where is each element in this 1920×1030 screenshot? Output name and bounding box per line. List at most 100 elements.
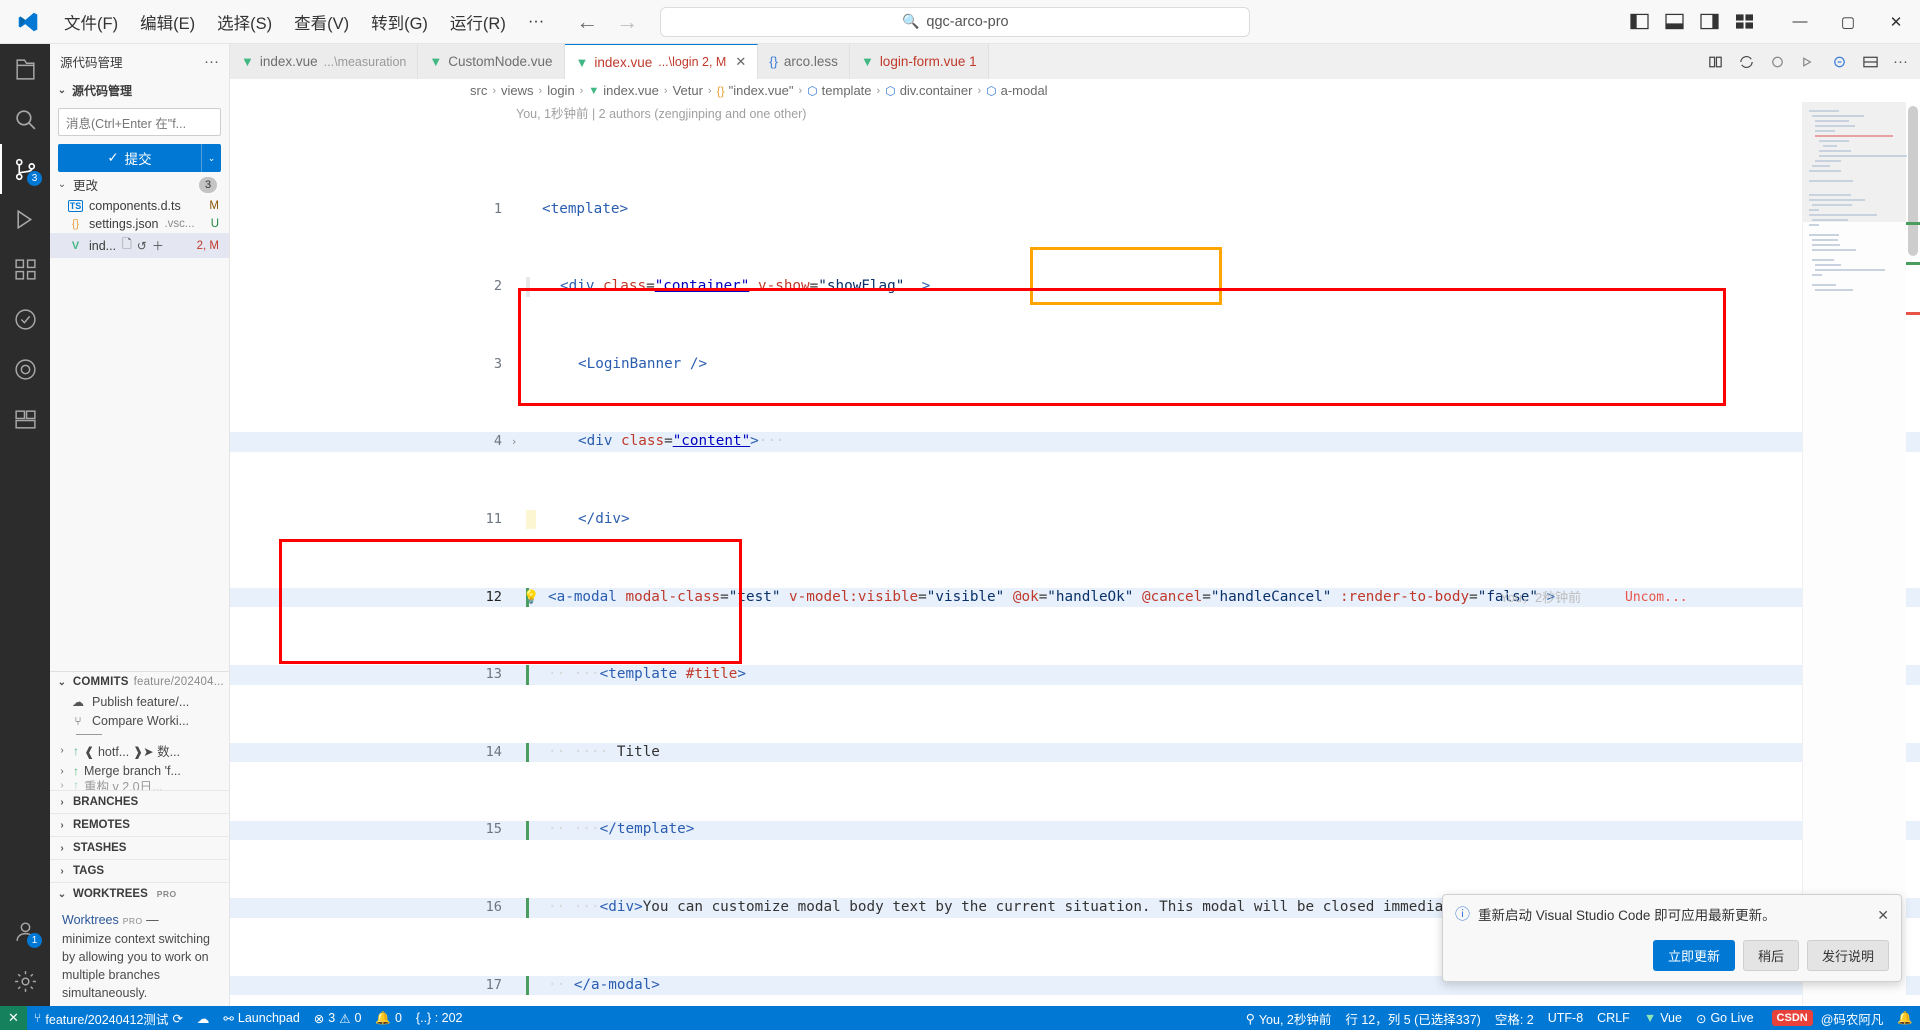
close-icon[interactable]: ✕ [1877, 907, 1889, 924]
sidebar-item-branches[interactable]: › BRANCHES [50, 790, 229, 813]
menu-view[interactable]: 查看(V) [284, 6, 359, 38]
run-icon[interactable] [1800, 54, 1817, 70]
arrow-left-icon[interactable]: ← [576, 10, 598, 33]
code-line[interactable]: 3 <LoginBanner /> [230, 355, 1920, 374]
activity-testing-icon[interactable] [0, 294, 50, 344]
list-item[interactable]: ⑂ Compare Worki... [50, 711, 229, 730]
status-eol[interactable]: CRLF [1590, 1006, 1637, 1030]
breadcrumb-item-div-container[interactable]: ⬡ div.container [885, 83, 972, 98]
scrollbar-thumb[interactable] [1908, 106, 1918, 256]
tab-login-form-vue[interactable]: ▼ login-form.vue 1 [849, 44, 989, 79]
menu-edit[interactable]: 编辑(E) [130, 6, 205, 38]
circle-icon[interactable] [1769, 54, 1786, 70]
commits-section-header[interactable]: ⌄ COMMITS feature/202404... [50, 672, 229, 692]
chevron-right-icon[interactable]: › [56, 745, 68, 756]
code-line[interactable]: 11 </div> [230, 510, 1920, 530]
activity-search-icon[interactable] [0, 94, 50, 144]
breadcrumb-item-index-vue[interactable]: ▼ index.vue [588, 83, 659, 98]
sidebar-item-worktrees[interactable]: ⌄ WORKTREES PRO [50, 882, 229, 905]
breadcrumb-item-file[interactable]: {} "index.vue" [717, 83, 794, 98]
code-line[interactable]: 15 ·· ···</template> [230, 820, 1920, 840]
more-icon[interactable]: ··· [1893, 53, 1908, 70]
activity-settings-icon[interactable] [0, 956, 50, 1006]
breadcrumb-item-a-modal[interactable]: ⬡ a-modal [986, 83, 1047, 98]
code-line[interactable]: 1 <template> [230, 200, 1920, 219]
status-go-live[interactable]: ⊙ Go Live [1689, 1006, 1761, 1030]
chevron-right-icon[interactable]: › [56, 766, 68, 777]
remote-indicator[interactable]: ✕ [0, 1006, 27, 1030]
commit-button[interactable]: ✓ 提交 [58, 144, 201, 172]
status-cursor-position[interactable]: 行 12，列 5 (已选择337) [1338, 1006, 1487, 1030]
breadcrumb-item-src[interactable]: src [470, 83, 487, 98]
command-search-input[interactable]: 🔍 qgc-arco-pro [660, 6, 1251, 37]
close-button[interactable]: ✕ [1872, 0, 1920, 44]
code-content[interactable]: 1 <template> 2 <div class="container" v-… [230, 122, 1920, 1006]
status-info[interactable]: 🔔 0 [368, 1006, 409, 1030]
menu-selection[interactable]: 选择(S) [207, 6, 282, 38]
tab-index-vue-login[interactable]: ▼ index.vue ...\login 2, M ✕ [564, 44, 759, 79]
code-line[interactable]: 2 <div class="container" v-show="showFla… [230, 277, 1920, 297]
stage-changes-icon[interactable]: ＋ [152, 237, 164, 254]
later-button[interactable]: 稍后 [1742, 940, 1799, 971]
toggle-secondary-sidebar-icon[interactable] [1700, 13, 1719, 30]
lightbulb-icon[interactable]: 💡 [523, 588, 539, 607]
sidebar-more-icon[interactable]: ··· [204, 53, 219, 70]
breadcrumb-item-login[interactable]: login [547, 83, 574, 98]
fold-icon[interactable]: › [507, 432, 521, 451]
status-indentation[interactable]: 空格: 2 [1488, 1006, 1541, 1030]
code-line[interactable]: 12 💡 <a-modal modal-class="test" v-model… [230, 587, 1920, 608]
activity-database-icon[interactable] [0, 394, 50, 444]
changes-group-header[interactable]: ⌄ 更改 3 [50, 172, 229, 197]
activity-docker-icon[interactable] [0, 344, 50, 394]
maximize-button[interactable]: ▢ [1824, 0, 1872, 44]
commit-dropdown-button[interactable]: ⌄ [201, 144, 221, 172]
status-encoding[interactable]: UTF-8 [1541, 1006, 1590, 1030]
editor-scrollbar[interactable] [1906, 102, 1920, 1006]
menu-go[interactable]: 转到(G) [361, 6, 438, 38]
list-item[interactable]: TS components.d.ts M [50, 197, 229, 215]
list-item[interactable]: ☁ Publish feature/... [50, 692, 229, 711]
status-branch[interactable]: ⑂ feature/20240412测试 ⟳ [27, 1006, 190, 1030]
sync-icon[interactable] [1738, 54, 1755, 70]
activity-extensions-icon[interactable] [0, 244, 50, 294]
discard-changes-icon[interactable]: ↺ [137, 239, 147, 253]
toggle-primary-sidebar-icon[interactable] [1630, 13, 1649, 30]
list-item[interactable]: › ↑ ❰ hotf... ❱➤ 数... [50, 739, 229, 762]
activity-account-icon[interactable]: 1 [0, 906, 50, 956]
notification-toast[interactable]: ⓘ 重新启动 Visual Studio Code 即可应用最新更新。 ✕ 立即… [1442, 894, 1902, 982]
activity-run-debug-icon[interactable] [0, 194, 50, 244]
menu-more[interactable]: ··· [518, 8, 554, 35]
tab-customnode-vue[interactable]: ▼ CustomNode.vue [418, 44, 565, 79]
status-language-mode[interactable]: ▼ Vue [1637, 1006, 1689, 1030]
debug-icon[interactable] [1831, 54, 1848, 70]
code-line[interactable]: 14 ·· ···· Title [230, 742, 1920, 763]
code-editor[interactable]: You, 1秒钟前 | 2 authors (zengjinping and o… [230, 102, 1920, 1006]
menu-run[interactable]: 运行(R) [440, 6, 516, 38]
list-item[interactable]: › ↑ Merge branch 'f... [50, 762, 229, 780]
activity-source-control-icon[interactable]: 3 [0, 144, 50, 194]
sidebar-item-remotes[interactable]: › REMOTES [50, 813, 229, 836]
code-line[interactable]: 13 ·· ···<template #title> [230, 665, 1920, 685]
commit-message-input[interactable]: 消息(Ctrl+Enter 在"f... [58, 108, 221, 136]
menu-file[interactable]: 文件(F) [54, 6, 128, 38]
close-icon[interactable]: ✕ [735, 54, 746, 70]
tab-arco-less[interactable]: {} arco.less [758, 44, 850, 79]
scm-section-header[interactable]: ⌄ 源代码管理 [50, 79, 229, 102]
minimize-button[interactable]: — [1776, 0, 1824, 44]
status-blame[interactable]: ⚲ You, 2秒钟前 [1239, 1006, 1339, 1030]
layout-icon[interactable] [1862, 54, 1879, 70]
activity-explorer-icon[interactable] [0, 44, 50, 94]
breadcrumb-item-views[interactable]: views [501, 83, 534, 98]
code-line[interactable]: 4 › <div class="content">··· [230, 432, 1920, 452]
toggle-panel-icon[interactable] [1665, 13, 1684, 30]
open-file-icon[interactable]: 🗋 [122, 235, 132, 256]
list-item[interactable]: {} settings.json .vsc... U [50, 215, 229, 233]
list-item[interactable]: V ind... 🗋 ↺ ＋ 2, M [50, 233, 229, 258]
arrow-right-icon[interactable]: → [616, 10, 638, 33]
tab-index-vue-measuration[interactable]: ▼ index.vue ...\measuration [230, 44, 419, 79]
list-item[interactable]: › ↑ 重构 v 2.0日... [50, 780, 229, 790]
customize-layout-icon[interactable] [1735, 13, 1754, 30]
sidebar-item-tags[interactable]: › TAGS [50, 859, 229, 882]
update-now-button[interactable]: 立即更新 [1652, 940, 1735, 971]
minimap[interactable] [1802, 102, 1907, 1006]
